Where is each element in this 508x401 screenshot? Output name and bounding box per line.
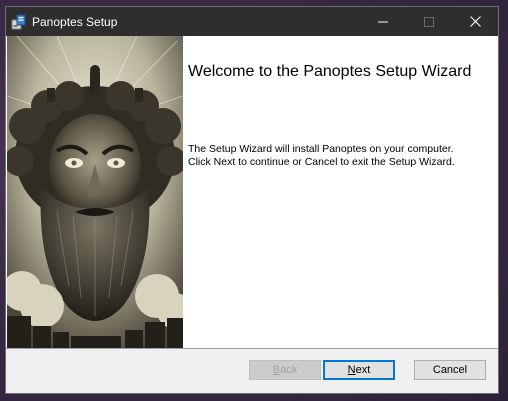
maximize-button bbox=[406, 7, 452, 36]
back-button[interactable]: Back bbox=[249, 360, 321, 380]
wizard-banner-image bbox=[7, 36, 183, 348]
next-button[interactable]: Next bbox=[323, 360, 395, 380]
maximize-icon bbox=[424, 16, 434, 27]
back-button-mnemonic: B bbox=[272, 364, 281, 376]
back-button-label: ack bbox=[280, 364, 298, 376]
setup-window: Panoptes Setup Welcome to the Panoptes S… bbox=[5, 6, 499, 394]
wizard-description: The Setup Wizard will install Panoptes o… bbox=[188, 143, 455, 169]
installer-icon bbox=[11, 14, 26, 30]
window-title: Panoptes Setup bbox=[32, 15, 118, 29]
minimize-icon bbox=[378, 21, 388, 22]
next-button-mnemonic: N bbox=[347, 364, 356, 376]
description-line-1: The Setup Wizard will install Panoptes o… bbox=[188, 143, 454, 155]
minimize-button[interactable] bbox=[360, 7, 406, 36]
close-icon bbox=[469, 16, 481, 27]
cancel-button[interactable]: Cancel bbox=[414, 360, 486, 380]
close-button[interactable] bbox=[452, 7, 498, 36]
description-line-2: Click Next to continue or Cancel to exit… bbox=[188, 156, 455, 168]
button-area-divider bbox=[6, 348, 498, 349]
welcome-heading: Welcome to the Panoptes Setup Wizard bbox=[188, 63, 472, 80]
next-button-label: ext bbox=[355, 364, 371, 376]
title-bar[interactable]: Panoptes Setup bbox=[6, 7, 498, 36]
